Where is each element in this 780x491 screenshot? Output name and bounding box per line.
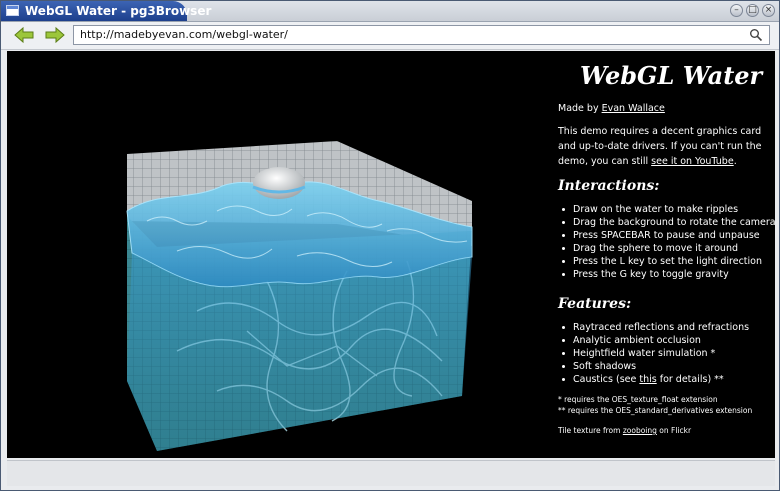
list-item: Raytraced reflections and refractions — [558, 321, 749, 334]
interactions-heading: Interactions: — [558, 178, 660, 194]
search-icon[interactable] — [749, 28, 763, 42]
arrow-left-icon — [14, 26, 34, 44]
info-panel: WebGL Water Made by Evan Wallace This de… — [558, 51, 775, 458]
list-item-caustics: Caustics (see this for details) ** — [558, 373, 749, 386]
caustics-prefix: Caustics (see — [573, 374, 640, 385]
window-app-icon — [6, 5, 19, 16]
list-item: Drag the sphere to move it around — [558, 242, 775, 255]
webgl-water-canvas[interactable] — [7, 51, 552, 458]
author-link[interactable]: Evan Wallace — [602, 103, 665, 114]
list-item: Analytic ambient occlusion — [558, 334, 749, 347]
list-item: Heightfield water simulation * — [558, 347, 749, 360]
author-line: Made by Evan Wallace — [558, 101, 665, 116]
interactions-list: Draw on the water to make ripples Drag t… — [558, 203, 775, 281]
tile-credit: Tile texture from zooboing on Flickr — [558, 426, 691, 436]
zooboing-link[interactable]: zooboing — [623, 426, 657, 435]
maximize-button[interactable]: □ — [746, 4, 759, 17]
browser-window: WebGL Water - pg3Browser – □ × http://ma… — [0, 0, 780, 491]
intro-paragraph: This demo requires a decent graphics car… — [558, 124, 770, 169]
sphere[interactable] — [253, 167, 305, 199]
caustics-suffix: for details) ** — [656, 374, 724, 385]
list-item: Press the L key to set the light directi… — [558, 255, 775, 268]
caustics-link[interactable]: this — [639, 374, 656, 385]
list-item: Soft shadows — [558, 360, 749, 373]
list-item: Drag the background to rotate the camera — [558, 216, 775, 229]
author-prefix: Made by — [558, 103, 602, 114]
window-title: WebGL Water - pg3Browser — [25, 4, 212, 18]
list-item: Press SPACEBAR to pause and unpause — [558, 229, 775, 242]
address-bar[interactable]: http://madebyevan.com/webgl-water/ — [73, 25, 770, 45]
footnote-float: * requires the OES_texture_float extensi… — [558, 395, 718, 404]
title-bar[interactable]: WebGL Water - pg3Browser – □ × — [1, 1, 779, 22]
close-button[interactable]: × — [762, 4, 775, 17]
tile-prefix: Tile texture from — [558, 426, 623, 435]
navigation-toolbar: http://madebyevan.com/webgl-water/ — [1, 22, 779, 50]
list-item: Draw on the water to make ripples — [558, 203, 775, 216]
features-heading: Features: — [558, 296, 632, 312]
arrow-right-icon — [45, 26, 65, 44]
url-text: http://madebyevan.com/webgl-water/ — [80, 28, 288, 41]
list-item: Press the G key to toggle gravity — [558, 268, 775, 281]
page-content: WebGL Water Made by Evan Wallace This de… — [7, 51, 775, 458]
minimize-button[interactable]: – — [730, 4, 743, 17]
tile-suffix: on Flickr — [656, 426, 692, 435]
page-title: WebGL Water — [580, 61, 763, 90]
features-list: Raytraced reflections and refractions An… — [558, 321, 749, 386]
intro-end: . — [733, 156, 737, 167]
footnote-derivatives: ** requires the OES_standard_derivatives… — [558, 406, 753, 415]
status-bar — [7, 460, 775, 486]
forward-button[interactable] — [44, 26, 66, 44]
youtube-link[interactable]: see it on YouTube — [651, 156, 734, 167]
back-button[interactable] — [13, 26, 35, 44]
window-title-tab: WebGL Water - pg3Browser — [1, 1, 211, 21]
